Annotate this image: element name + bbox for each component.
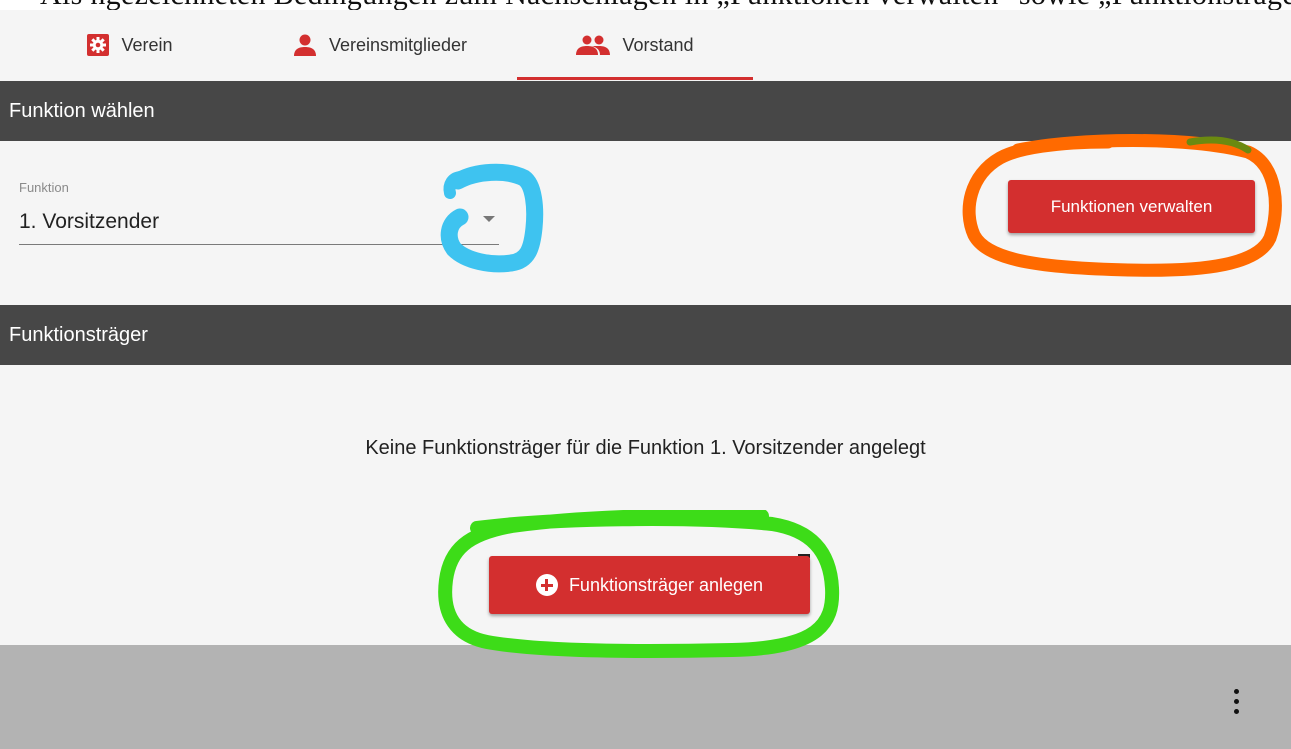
funktionstraeger-anlegen-button[interactable]: Funktionsträger anlegen bbox=[489, 556, 810, 614]
section-title: Funktionsträger bbox=[9, 323, 148, 346]
funktion-select[interactable]: 1. Vorsitzender bbox=[19, 198, 499, 245]
document-text-strip: Als ngezeichneten Bedingungen zum Nachsc… bbox=[0, 0, 1291, 10]
section-header-funktion: Funktion wählen bbox=[0, 81, 1291, 141]
dropdown-arrow-icon[interactable] bbox=[483, 216, 495, 222]
tab-label: Vorstand bbox=[622, 34, 694, 55]
tab-vorstand[interactable]: Vorstand bbox=[517, 10, 753, 80]
button-label: Funktionsträger anlegen bbox=[568, 574, 764, 595]
funktionen-verwalten-button[interactable]: Funktionen verwalten bbox=[1008, 180, 1255, 233]
gear-icon bbox=[87, 34, 110, 56]
section-header-funktionstraeger: Funktionsträger bbox=[0, 305, 1291, 365]
tab-verein[interactable]: Verein bbox=[60, 10, 200, 80]
empty-state-message: Keine Funktionsträger für die Funktion 1… bbox=[365, 437, 926, 459]
tab-bar: Verein Vereinsmitglieder Vorstand bbox=[0, 10, 1291, 80]
tab-vereinsmitglieder[interactable]: Vereinsmitglieder bbox=[270, 10, 490, 80]
funktion-field-label: Funktion bbox=[19, 180, 69, 195]
funktion-select-value: 1. Vorsitzender bbox=[19, 210, 160, 233]
add-circle-icon bbox=[535, 574, 558, 596]
bottom-bar bbox=[0, 645, 1291, 749]
document-text: Als ngezeichneten Bedingungen zum Nachsc… bbox=[40, 0, 1291, 10]
more-vert-icon[interactable] bbox=[1222, 687, 1250, 717]
section-title: Funktion wählen bbox=[9, 99, 155, 122]
tab-label: Vereinsmitglieder bbox=[328, 34, 468, 55]
people-icon bbox=[576, 35, 611, 55]
person-icon bbox=[293, 34, 317, 56]
tab-label: Verein bbox=[121, 34, 173, 55]
active-tab-indicator bbox=[517, 77, 753, 80]
